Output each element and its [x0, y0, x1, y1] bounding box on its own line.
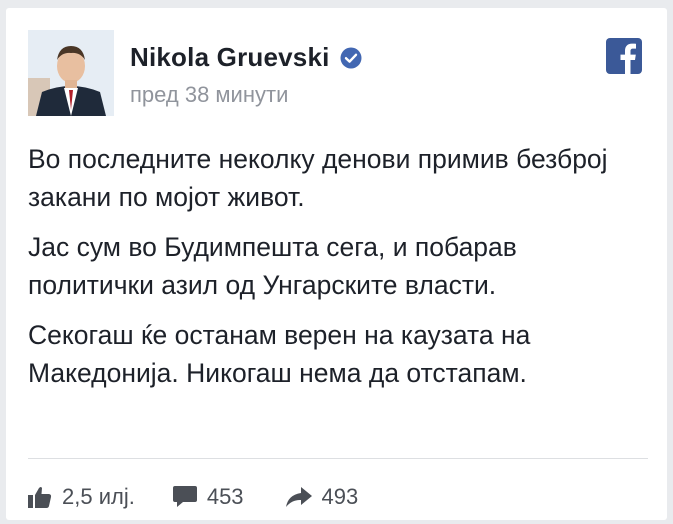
divider — [28, 458, 648, 459]
engagement-bar: 2,5 илј. 453 493 — [28, 484, 358, 510]
author-avatar[interactable] — [28, 30, 114, 116]
verified-badge-icon — [340, 47, 362, 69]
facebook-post-card: Nikola Gruevski пред 38 минути Во послед… — [6, 8, 667, 520]
comments-count: 453 — [206, 484, 244, 509]
likes-count-button[interactable]: 2,5 илј. — [28, 484, 135, 510]
author-row: Nikola Gruevski — [130, 42, 362, 73]
thumbs-up-icon — [28, 486, 52, 508]
post-paragraph: Во последните неколку денови примив безб… — [28, 144, 608, 212]
shares-count-button[interactable]: 493 — [285, 484, 359, 510]
author-name[interactable]: Nikola Gruevski — [130, 42, 330, 73]
post-body: Во последните неколку денови примив безб… — [28, 140, 648, 404]
post-paragraph: Секогаш ќе останам верен на каузата на М… — [28, 320, 531, 388]
post-timestamp[interactable]: пред 38 минути — [130, 82, 288, 108]
comments-count-button[interactable]: 453 — [172, 484, 244, 510]
share-arrow-icon — [285, 487, 312, 507]
shares-count: 493 — [321, 484, 359, 509]
post-paragraph: Јас сум во Будимпешта сега, и побарав по… — [28, 232, 517, 300]
avatar-portrait — [28, 30, 114, 116]
comment-bubble-icon — [172, 486, 197, 508]
likes-count: 2,5 илј. — [62, 484, 135, 509]
facebook-logo-icon[interactable] — [606, 38, 642, 74]
